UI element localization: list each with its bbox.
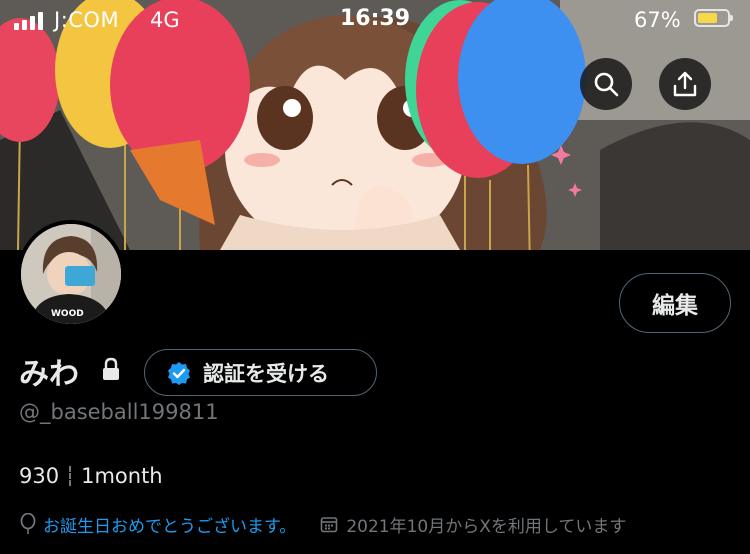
joined-date: 2021年10月からXを利用しています — [346, 516, 627, 537]
svg-text:WOOD: WOOD — [51, 309, 84, 319]
edit-profile-button[interactable]: 編集 — [619, 273, 731, 333]
balloon-icon — [20, 513, 36, 534]
avatar-photo: WOOD — [21, 224, 121, 324]
battery-percent: 67% — [634, 8, 681, 32]
calendar-icon — [321, 517, 338, 533]
carrier-name: J:COM — [54, 8, 120, 32]
search-icon — [594, 72, 619, 97]
network-type: 4G — [150, 8, 180, 32]
status-bar: J:COM 4G 16:39 67% — [0, 0, 750, 44]
user-handle: @_baseball199811 — [19, 400, 219, 424]
lock-icon — [103, 357, 119, 380]
cellular-signal-icon — [14, 12, 43, 30]
get-verified-button[interactable]: 認証を受ける — [144, 349, 377, 396]
display-name: みわ — [19, 357, 79, 392]
get-verified-label: 認証を受ける — [203, 361, 329, 386]
birthday-message: お誕生日おめでとうございます。 — [43, 516, 297, 537]
stat-divider — [69, 466, 72, 486]
profile-meta: お誕生日おめでとうございます。 2021年10月からXを利用しています — [19, 512, 627, 537]
stat-count: 930 — [19, 464, 60, 488]
share-icon — [673, 71, 697, 97]
profile-stats: 930 1month — [19, 464, 163, 488]
share-button[interactable] — [659, 58, 711, 110]
stat-label: 1month — [81, 464, 163, 488]
status-time: 16:39 — [340, 6, 411, 31]
search-button[interactable] — [580, 58, 632, 110]
verified-badge-icon — [168, 361, 190, 385]
avatar[interactable]: WOOD — [17, 220, 125, 328]
battery-level — [698, 13, 717, 23]
battery-icon — [694, 9, 733, 27]
